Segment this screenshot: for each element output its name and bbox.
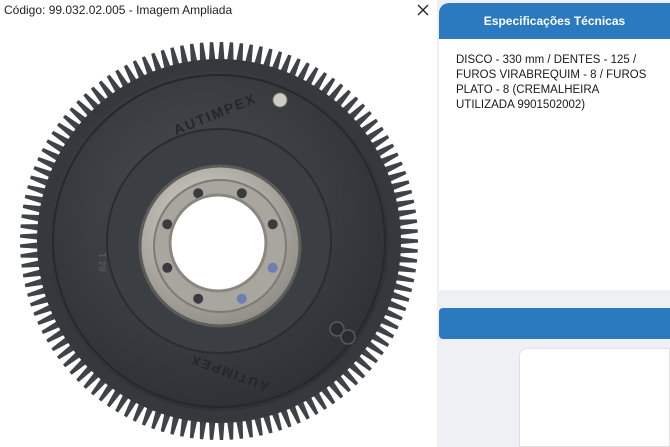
dowel-pin [272, 92, 288, 108]
bolt-hole [267, 262, 278, 273]
close-button[interactable] [412, 0, 434, 20]
stamp-text: 84 1 [98, 252, 109, 272]
bolt-hole [162, 262, 173, 273]
bolt-hole [162, 219, 173, 230]
bolt-hole [236, 293, 247, 304]
bolt-hole [193, 293, 204, 304]
image-viewer-pane: Código: 99.032.02.005 - Imagem Ampliada [0, 0, 437, 447]
bolt-hole [236, 188, 247, 199]
specs-panel: Especificações Técnicas DISCO - 330 mm /… [439, 3, 670, 290]
specs-header: Especificações Técnicas [439, 3, 670, 39]
bolt-hole [267, 219, 278, 230]
close-icon [417, 4, 429, 16]
window-title: Código: 99.032.02.005 - Imagem Ampliada [4, 3, 233, 17]
flywheel-image: AUTIMPEX AUTIMPEX 84 1 [20, 42, 418, 440]
specs-sidebar: Especificações Técnicas DISCO - 330 mm /… [437, 0, 670, 447]
center-bore [168, 193, 268, 293]
specs-description: DISCO - 330 mm / DENTES - 125 / FUROS VI… [456, 54, 647, 111]
content-box [519, 348, 670, 447]
section-header-bar [439, 308, 670, 339]
